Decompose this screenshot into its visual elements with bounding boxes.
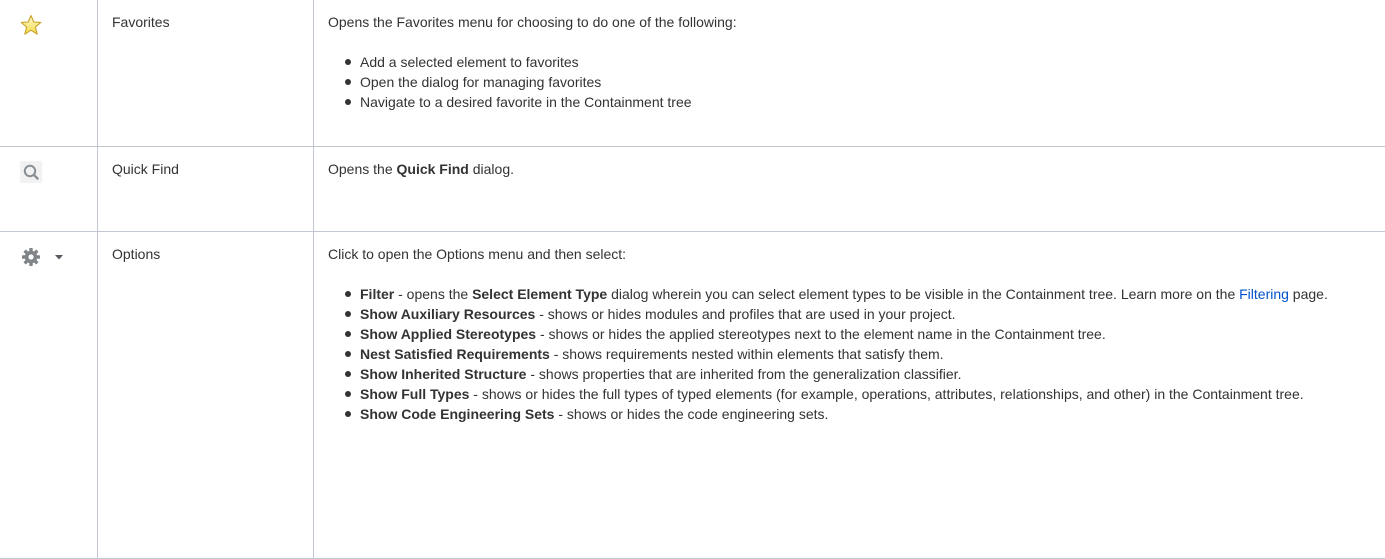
icon-cell	[0, 0, 98, 147]
button-name: Options	[98, 232, 313, 264]
description-text: Opens the Quick Find dialog.	[328, 159, 1375, 179]
description-cell: Opens the Favorites menu for choosing to…	[314, 0, 1385, 147]
list-item: Show Inherited Structure - shows propert…	[360, 364, 1375, 384]
button-name: Quick Find	[98, 147, 313, 179]
dialog-name: Quick Find	[397, 161, 469, 177]
name-cell: Quick Find	[98, 147, 314, 232]
option-description: - shows requirements nested within eleme…	[550, 346, 944, 362]
list-item: Nest Satisfied Requirements - shows requ…	[360, 344, 1375, 364]
star-icon	[20, 14, 42, 36]
dialog-name: Select Element Type	[472, 286, 607, 302]
text-fragment: dialog wherein you can select element ty…	[607, 286, 1239, 302]
icon-cell	[0, 147, 98, 232]
option-description: - shows or hides the code engineering se…	[554, 406, 828, 422]
option-name: Show Inherited Structure	[360, 366, 526, 382]
description-cell: Click to open the Options menu and then …	[314, 232, 1385, 559]
list-item: Navigate to a desired favorite in the Co…	[360, 92, 1375, 112]
option-name: Show Full Types	[360, 386, 469, 402]
text-fragment: page.	[1289, 286, 1328, 302]
list-item: Show Code Engineering Sets - shows or hi…	[360, 404, 1375, 424]
option-name: Filter	[360, 286, 394, 302]
bullet-list: Add a selected element to favorites Open…	[328, 52, 1375, 112]
table-row: Options Click to open the Options menu a…	[0, 232, 1385, 559]
option-name: Show Code Engineering Sets	[360, 406, 554, 422]
text-fragment: dialog.	[469, 161, 514, 177]
magnifier-icon	[20, 161, 42, 183]
option-name: Show Applied Stereotypes	[360, 326, 536, 342]
list-item: Filter - opens the Select Element Type d…	[360, 284, 1375, 304]
description-intro: Click to open the Options menu and then …	[328, 244, 1375, 264]
text-fragment: Opens the	[328, 161, 397, 177]
table-row: Quick Find Opens the Quick Find dialog.	[0, 147, 1385, 232]
name-cell: Favorites	[98, 0, 314, 147]
list-item: Show Auxiliary Resources - shows or hide…	[360, 304, 1375, 324]
button-name: Favorites	[98, 0, 313, 32]
option-description: - shows or hides the full types of typed…	[469, 386, 1303, 402]
filtering-link[interactable]: Filtering	[1239, 286, 1289, 302]
toolbar-buttons-table: Favorites Opens the Favorites menu for c…	[0, 0, 1385, 559]
option-description: - shows properties that are inherited fr…	[526, 366, 961, 382]
gear-icon	[20, 246, 42, 268]
description-intro: Opens the Favorites menu for choosing to…	[328, 12, 1375, 32]
option-description: - shows or hides modules and profiles th…	[535, 306, 955, 322]
icon-cell	[0, 232, 98, 559]
chevron-down-icon	[55, 254, 63, 260]
description-cell: Opens the Quick Find dialog.	[314, 147, 1385, 232]
list-item: Show Applied Stereotypes - shows or hide…	[360, 324, 1375, 344]
option-description: - shows or hides the applied stereotypes…	[536, 326, 1106, 342]
list-item: Show Full Types - shows or hides the ful…	[360, 384, 1375, 404]
list-item: Add a selected element to favorites	[360, 52, 1375, 72]
option-name: Show Auxiliary Resources	[360, 306, 535, 322]
name-cell: Options	[98, 232, 314, 559]
table-row: Favorites Opens the Favorites menu for c…	[0, 0, 1385, 147]
list-item: Open the dialog for managing favorites	[360, 72, 1375, 92]
bullet-list: Filter - opens the Select Element Type d…	[328, 284, 1375, 424]
option-name: Nest Satisfied Requirements	[360, 346, 550, 362]
text-fragment: - opens the	[394, 286, 472, 302]
